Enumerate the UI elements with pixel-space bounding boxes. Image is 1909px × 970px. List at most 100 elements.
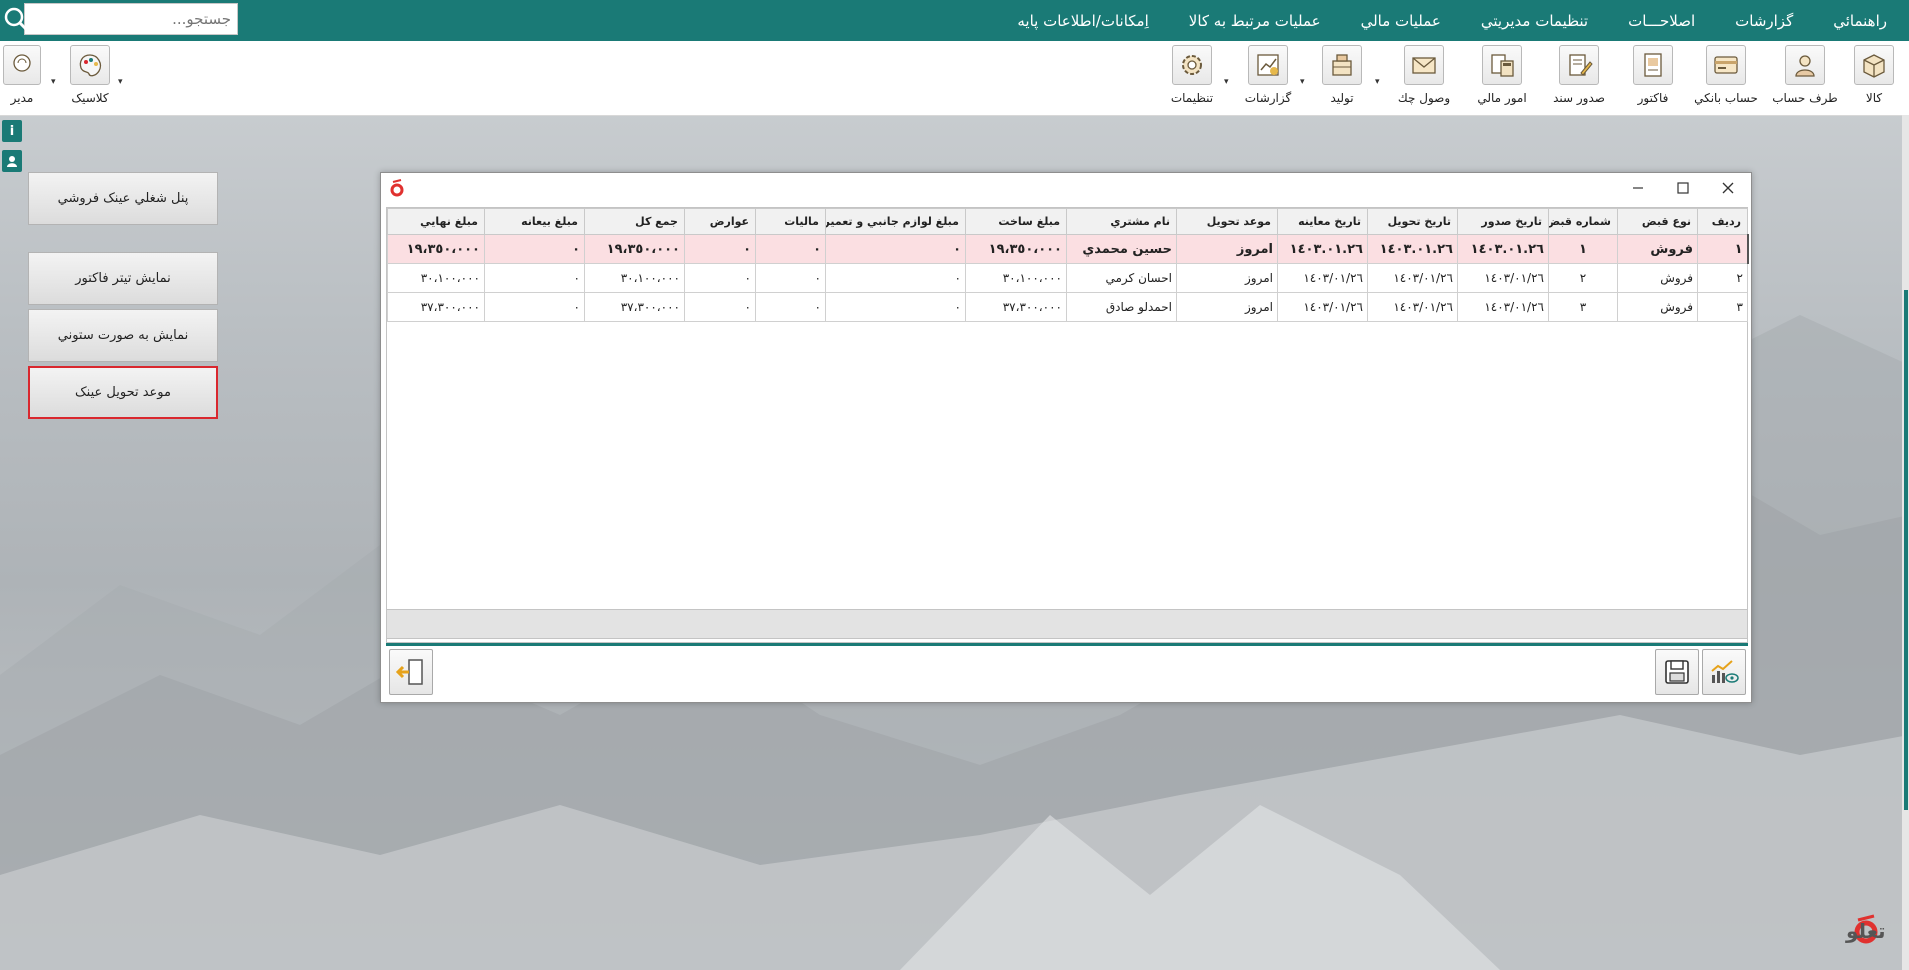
- menu-item-financial-operations[interactable]: عمليات مالي: [1341, 12, 1461, 30]
- table-cell[interactable]: ١٩،٣٥٠،٠٠٠: [584, 234, 685, 264]
- table-cell[interactable]: ٠: [755, 234, 826, 264]
- toolbar-bank-account-button[interactable]: حساب بانکي: [1688, 45, 1764, 109]
- table-cell[interactable]: ٣: [1548, 292, 1618, 322]
- table-cell[interactable]: ١٩،٣٥٠،٠٠٠: [387, 234, 485, 264]
- table-cell[interactable]: ١: [1697, 234, 1749, 264]
- show-invoice-header-button[interactable]: نمايش تيتر فاکتور: [28, 252, 218, 305]
- table-cell[interactable]: ١٤٠٣/٠١/٢٦: [1367, 292, 1458, 322]
- toolbar-production-button[interactable]: توليد: [1316, 45, 1368, 109]
- table-cell[interactable]: ٠: [755, 292, 826, 322]
- table-cell[interactable]: ١٤٠٣.٠١.٢٦: [1277, 234, 1368, 264]
- table-cell[interactable]: امروز: [1176, 292, 1278, 322]
- save-button[interactable]: [1655, 649, 1699, 695]
- table-cell[interactable]: ٣٧،٣٠٠،٠٠٠: [584, 292, 685, 322]
- optical-shop-panel-button[interactable]: پنل شغلي عينک فروشي: [28, 172, 218, 225]
- column-header[interactable]: نوع قبض: [1617, 208, 1698, 235]
- table-cell[interactable]: امروز: [1176, 234, 1278, 264]
- column-header[interactable]: عوارض: [684, 208, 756, 235]
- info-icon[interactable]: i: [2, 120, 22, 142]
- menu-item-corrections[interactable]: اصلاحـــات: [1608, 12, 1715, 30]
- menu-item-basic-info[interactable]: اِمکانات/اطلاعات پايه: [997, 12, 1168, 30]
- table-cell[interactable]: ١٤٠٣/٠١/٢٦: [1277, 263, 1368, 293]
- toolbar-reports-button[interactable]: گزارشات: [1240, 45, 1296, 109]
- table-cell[interactable]: ٠: [484, 234, 585, 264]
- menu-item-reports[interactable]: گزارشات: [1715, 12, 1813, 30]
- minimize-icon[interactable]: [1627, 177, 1649, 199]
- column-header[interactable]: نام مشتري: [1066, 208, 1177, 235]
- exit-button[interactable]: [389, 649, 433, 695]
- table-cell[interactable]: فروش: [1617, 234, 1698, 264]
- table-cell[interactable]: ٣٠،١٠٠،٠٠٠: [965, 263, 1067, 293]
- table-cell[interactable]: ١٤٠٣/٠١/٢٦: [1457, 263, 1549, 293]
- table-cell[interactable]: ٠: [684, 292, 756, 322]
- menu-item-management-settings[interactable]: تنظيمات مديريتي: [1461, 12, 1608, 30]
- table-cell[interactable]: ١٤٠٣.٠١.٢٦: [1457, 234, 1549, 264]
- show-column-view-button[interactable]: نمايش به صورت ستوني: [28, 309, 218, 362]
- column-header[interactable]: تاريخ معاينه: [1277, 208, 1368, 235]
- table-cell[interactable]: امروز: [1176, 263, 1278, 293]
- toolbar-account-party-button[interactable]: طرف حساب: [1768, 45, 1842, 109]
- toolbar-check-collection-button[interactable]: وصول چك: [1386, 45, 1462, 109]
- table-cell[interactable]: ٠: [825, 234, 966, 264]
- table-cell[interactable]: احسان کرمي: [1066, 263, 1177, 293]
- table-cell[interactable]: ١٩،٣٥٠،٠٠٠: [965, 234, 1067, 264]
- maximize-icon[interactable]: [1672, 177, 1694, 199]
- table-cell[interactable]: ٣٠،١٠٠،٠٠٠: [387, 263, 485, 293]
- column-header[interactable]: شماره قبض: [1548, 208, 1618, 235]
- toolbar-issue-document-button[interactable]: صدور سند: [1542, 45, 1616, 109]
- user-card-icon[interactable]: [2, 150, 22, 172]
- table-row[interactable]: ٣ فروش ٣ ١٤٠٣/٠١/٢٦ ١٤٠٣/٠١/٢٦ ١٤٠٣/٠١/٢…: [387, 292, 1748, 322]
- table-cell[interactable]: ١: [1548, 234, 1618, 264]
- toolbar-financial-affairs-button[interactable]: امور مالي: [1466, 45, 1538, 109]
- search-input[interactable]: [25, 4, 237, 34]
- column-header[interactable]: مبلغ بيعانه: [484, 208, 585, 235]
- table-cell[interactable]: ١٤٠٣/٠١/٢٦: [1367, 263, 1458, 293]
- table-cell[interactable]: فروش: [1617, 292, 1698, 322]
- chart-view-button[interactable]: [1702, 649, 1746, 695]
- table-row[interactable]: ٢ فروش ٢ ١٤٠٣/٠١/٢٦ ١٤٠٣/٠١/٢٦ ١٤٠٣/٠١/٢…: [387, 263, 1748, 293]
- column-header[interactable]: ماليات: [755, 208, 826, 235]
- table-cell[interactable]: ٠: [684, 234, 756, 264]
- column-header[interactable]: مبلغ ساخت: [965, 208, 1067, 235]
- column-header[interactable]: مبلغ نهايي: [387, 208, 485, 235]
- column-header[interactable]: رديف: [1697, 208, 1748, 235]
- table-cell[interactable]: ٢: [1548, 263, 1618, 293]
- table-cell[interactable]: ٣٧،٣٠٠،٠٠٠: [387, 292, 485, 322]
- table-cell[interactable]: حسين محمدي: [1066, 234, 1177, 264]
- column-header[interactable]: موعد تحويل: [1176, 208, 1278, 235]
- search-icon[interactable]: [3, 6, 29, 32]
- table-cell[interactable]: احمدلو صادق: [1066, 292, 1177, 322]
- table-cell[interactable]: ٠: [484, 292, 585, 322]
- menu-item-goods-operations[interactable]: عمليات مرتبط به کالا: [1169, 12, 1341, 30]
- column-header[interactable]: تاريخ صدور: [1457, 208, 1549, 235]
- table-cell[interactable]: ٠: [825, 263, 966, 293]
- chevron-down-icon[interactable]: ▾: [1224, 77, 1229, 87]
- theme-button[interactable]: کلاسيک: [66, 45, 114, 109]
- table-cell[interactable]: ١٤٠٣/٠١/٢٦: [1457, 292, 1549, 322]
- table-row[interactable]: ١ فروش ١ ١٤٠٣.٠١.٢٦ ١٤٠٣.٠١.٢٦ ١٤٠٣.٠١.٢…: [387, 234, 1749, 264]
- table-cell[interactable]: ٠: [684, 263, 756, 293]
- column-header[interactable]: جمع کل: [584, 208, 685, 235]
- column-header[interactable]: مبلغ لوازم جانبي و تعميرات: [825, 208, 966, 235]
- user-button[interactable]: مدير: [2, 45, 42, 109]
- table-cell[interactable]: ٠: [484, 263, 585, 293]
- table-cell[interactable]: فروش: [1617, 263, 1698, 293]
- table-cell[interactable]: ١٤٠٣/٠١/٢٦: [1277, 292, 1368, 322]
- table-cell[interactable]: ٣: [1697, 292, 1748, 322]
- toolbar-settings-button[interactable]: تنظيمات: [1164, 45, 1220, 109]
- table-cell[interactable]: ٢: [1697, 263, 1748, 293]
- toolbar-goods-button[interactable]: کالا: [1846, 45, 1902, 109]
- close-icon[interactable]: [1717, 177, 1739, 199]
- column-header[interactable]: تاريخ تحويل: [1367, 208, 1458, 235]
- toolbar-invoice-button[interactable]: فاکتور: [1622, 45, 1684, 109]
- table-cell[interactable]: ٠: [825, 292, 966, 322]
- table-cell[interactable]: ٠: [755, 263, 826, 293]
- chevron-down-icon[interactable]: ▾: [51, 77, 56, 87]
- glasses-delivery-date-button[interactable]: موعد تحويل عينک: [28, 366, 218, 419]
- table-cell[interactable]: ٣٠،١٠٠،٠٠٠: [584, 263, 685, 293]
- menu-item-help[interactable]: راهنمائي: [1813, 12, 1907, 30]
- chevron-down-icon[interactable]: ▾: [118, 77, 123, 87]
- table-cell[interactable]: ٣٧،٣٠٠،٠٠٠: [965, 292, 1067, 322]
- chevron-down-icon[interactable]: ▾: [1300, 77, 1305, 87]
- table-cell[interactable]: ١٤٠٣.٠١.٢٦: [1367, 234, 1458, 264]
